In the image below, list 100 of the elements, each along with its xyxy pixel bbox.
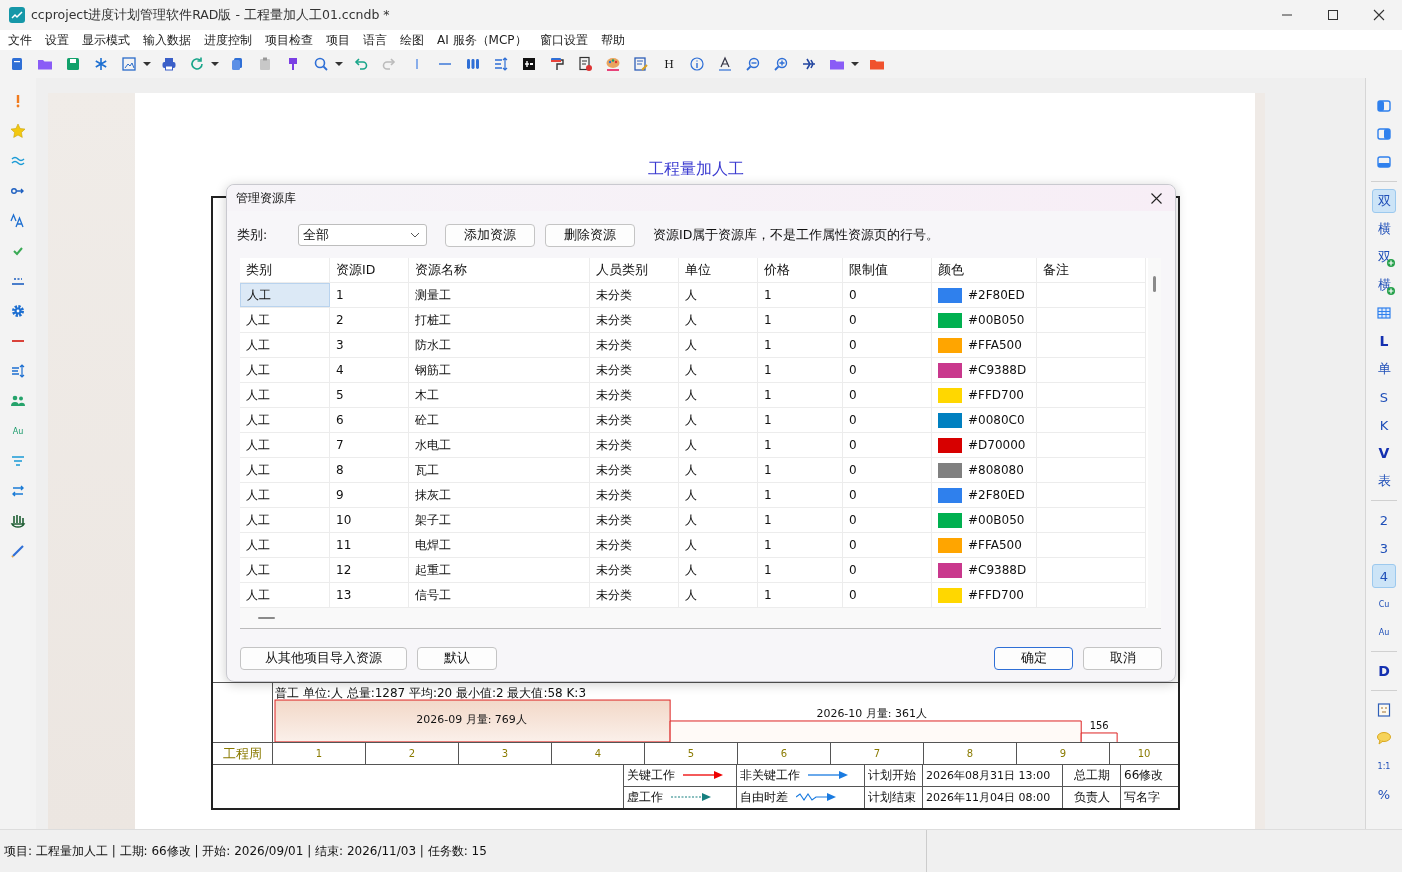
table-cell: 1: [758, 558, 843, 582]
ok-button[interactable]: 确定: [994, 647, 1073, 670]
category-dropdown[interactable]: 全部: [298, 224, 427, 246]
view-mode-button[interactable]: %: [1372, 782, 1396, 806]
view-mode-button[interactable]: 横: [1372, 273, 1396, 297]
chart-title: 工程量加人工: [647, 159, 744, 180]
column-header[interactable]: 人员类别: [590, 258, 679, 282]
default-button[interactable]: 默认: [417, 647, 497, 670]
table-cell: 人: [679, 358, 758, 382]
menu-item[interactable]: AI 服务（MCP）: [437, 31, 527, 49]
heading-button[interactable]: H: [658, 53, 680, 75]
column-header[interactable]: 颜色: [932, 258, 1037, 282]
view-mode-button[interactable]: K: [1372, 413, 1396, 437]
column-header[interactable]: 资源ID: [330, 258, 409, 282]
table-cell: 1: [758, 483, 843, 507]
table-cell: 0: [843, 283, 932, 307]
table-cell: 1: [758, 308, 843, 332]
dialog-title: 管理资源库: [236, 189, 296, 207]
add-resource-button[interactable]: 添加资源: [445, 223, 535, 247]
table-cell: 人: [679, 558, 758, 582]
view-mode-button[interactable]: 3: [1372, 536, 1396, 560]
table-cell: 1: [758, 358, 843, 382]
table-cell: 2: [330, 308, 409, 332]
menu-item[interactable]: 窗口设置: [539, 31, 588, 49]
menu-item[interactable]: 显示模式: [82, 31, 130, 49]
legend-value: 写名字: [1124, 788, 1160, 806]
table-cell: 钢筋工: [409, 358, 590, 382]
table-cell: 人工: [240, 583, 330, 607]
import-resources-button[interactable]: 从其他项目导入资源: [240, 647, 407, 670]
table-cell: 12: [330, 558, 409, 582]
column-header[interactable]: 备注: [1037, 258, 1146, 282]
column-header[interactable]: 类别: [240, 258, 330, 282]
table-cell: 1: [758, 383, 843, 407]
delete-resource-button[interactable]: 删除资源: [545, 223, 635, 247]
week-number: 7: [831, 743, 924, 764]
view-mode-button[interactable]: L: [1372, 329, 1396, 353]
legend-label: 关键工作: [627, 766, 675, 784]
dialog-note: 资源ID属于资源库，不是工作属性资源页的行号。: [653, 226, 940, 244]
table-cell: 人: [679, 458, 758, 482]
menu-item[interactable]: 绘图: [400, 31, 424, 49]
table-cell: 0: [843, 408, 932, 432]
table-cell: 9: [330, 483, 409, 507]
table-cell: 人: [679, 408, 758, 432]
column-header[interactable]: 限制值: [843, 258, 932, 282]
column-header[interactable]: 单位: [679, 258, 758, 282]
table-cell: 人: [679, 508, 758, 532]
cancel-button[interactable]: 取消: [1083, 647, 1162, 670]
view-mode-button[interactable]: 单: [1372, 357, 1396, 381]
table-cell: 木工: [409, 383, 590, 407]
menu-item[interactable]: 设置: [45, 31, 69, 49]
view-mode-button[interactable]: 1:1: [1372, 754, 1396, 778]
color-code: #0080C0: [968, 413, 1025, 427]
legend-label: 自由时差: [740, 788, 788, 806]
table-cell: 1: [330, 283, 409, 307]
view-mode-button[interactable]: 2: [1372, 508, 1396, 532]
view-mode-button[interactable]: 表: [1372, 469, 1396, 493]
view-mode-button[interactable]: 横: [1372, 217, 1396, 241]
arrow-icon: [683, 770, 723, 781]
histogram-summary: 普工 单位:人 总量:1287 平均:20 最小值:2 最大值:58 K:3: [275, 686, 587, 701]
arrow-icon: [808, 770, 848, 781]
arrow-icon: [796, 792, 836, 803]
table-cell: 未分类: [590, 458, 679, 482]
table-cell: 3: [330, 333, 409, 357]
menu-item[interactable]: 输入数据: [143, 31, 191, 49]
legend-value: 2026年11月04日 08:00: [926, 789, 1051, 805]
week-number: 6: [738, 743, 831, 764]
menu-item[interactable]: 帮助: [600, 31, 625, 49]
table-cell: 人工: [240, 333, 330, 357]
view-mode-button[interactable]: D: [1372, 659, 1396, 683]
table-cell: 0: [843, 333, 932, 357]
table-cell: 未分类: [590, 558, 679, 582]
view-mode-button[interactable]: Cu: [1372, 592, 1396, 616]
menu-item[interactable]: 进度控制: [204, 31, 252, 49]
view-mode-button[interactable]: 双: [1372, 245, 1396, 269]
week-number: 10: [1136, 747, 1152, 761]
table-cell: 7: [330, 433, 409, 457]
view-mode-button[interactable]: 4: [1372, 564, 1396, 588]
menu-item[interactable]: 语言: [363, 31, 387, 49]
table-cell: 抹灰工: [409, 483, 590, 507]
view-mode-button[interactable]: 双: [1372, 189, 1396, 213]
column-header[interactable]: 资源名称: [409, 258, 590, 282]
table-cell: 4: [330, 358, 409, 382]
column-header[interactable]: 价格: [758, 258, 843, 282]
table-cell: 人工: [240, 558, 330, 582]
week-row-header: 工程周: [213, 743, 273, 764]
table-cell: 1: [758, 433, 843, 457]
view-mode-button[interactable]: Au: [1372, 620, 1396, 644]
table-cell: 人工: [240, 533, 330, 557]
table-cell: 1: [758, 333, 843, 357]
menu-item[interactable]: 项目检查: [265, 31, 313, 49]
week-number: 8: [924, 743, 1017, 764]
table-cell: 人工: [240, 408, 330, 432]
table-cell: 人: [679, 283, 758, 307]
close-icon: [1373, 9, 1385, 21]
color-code: #FFA500: [968, 538, 1022, 552]
menu-item[interactable]: 文件: [8, 31, 32, 49]
view-mode-button[interactable]: S: [1372, 385, 1396, 409]
view-mode-button[interactable]: V: [1372, 441, 1396, 465]
color-code: #FFA500: [968, 338, 1022, 352]
menu-item[interactable]: 项目: [326, 31, 350, 49]
